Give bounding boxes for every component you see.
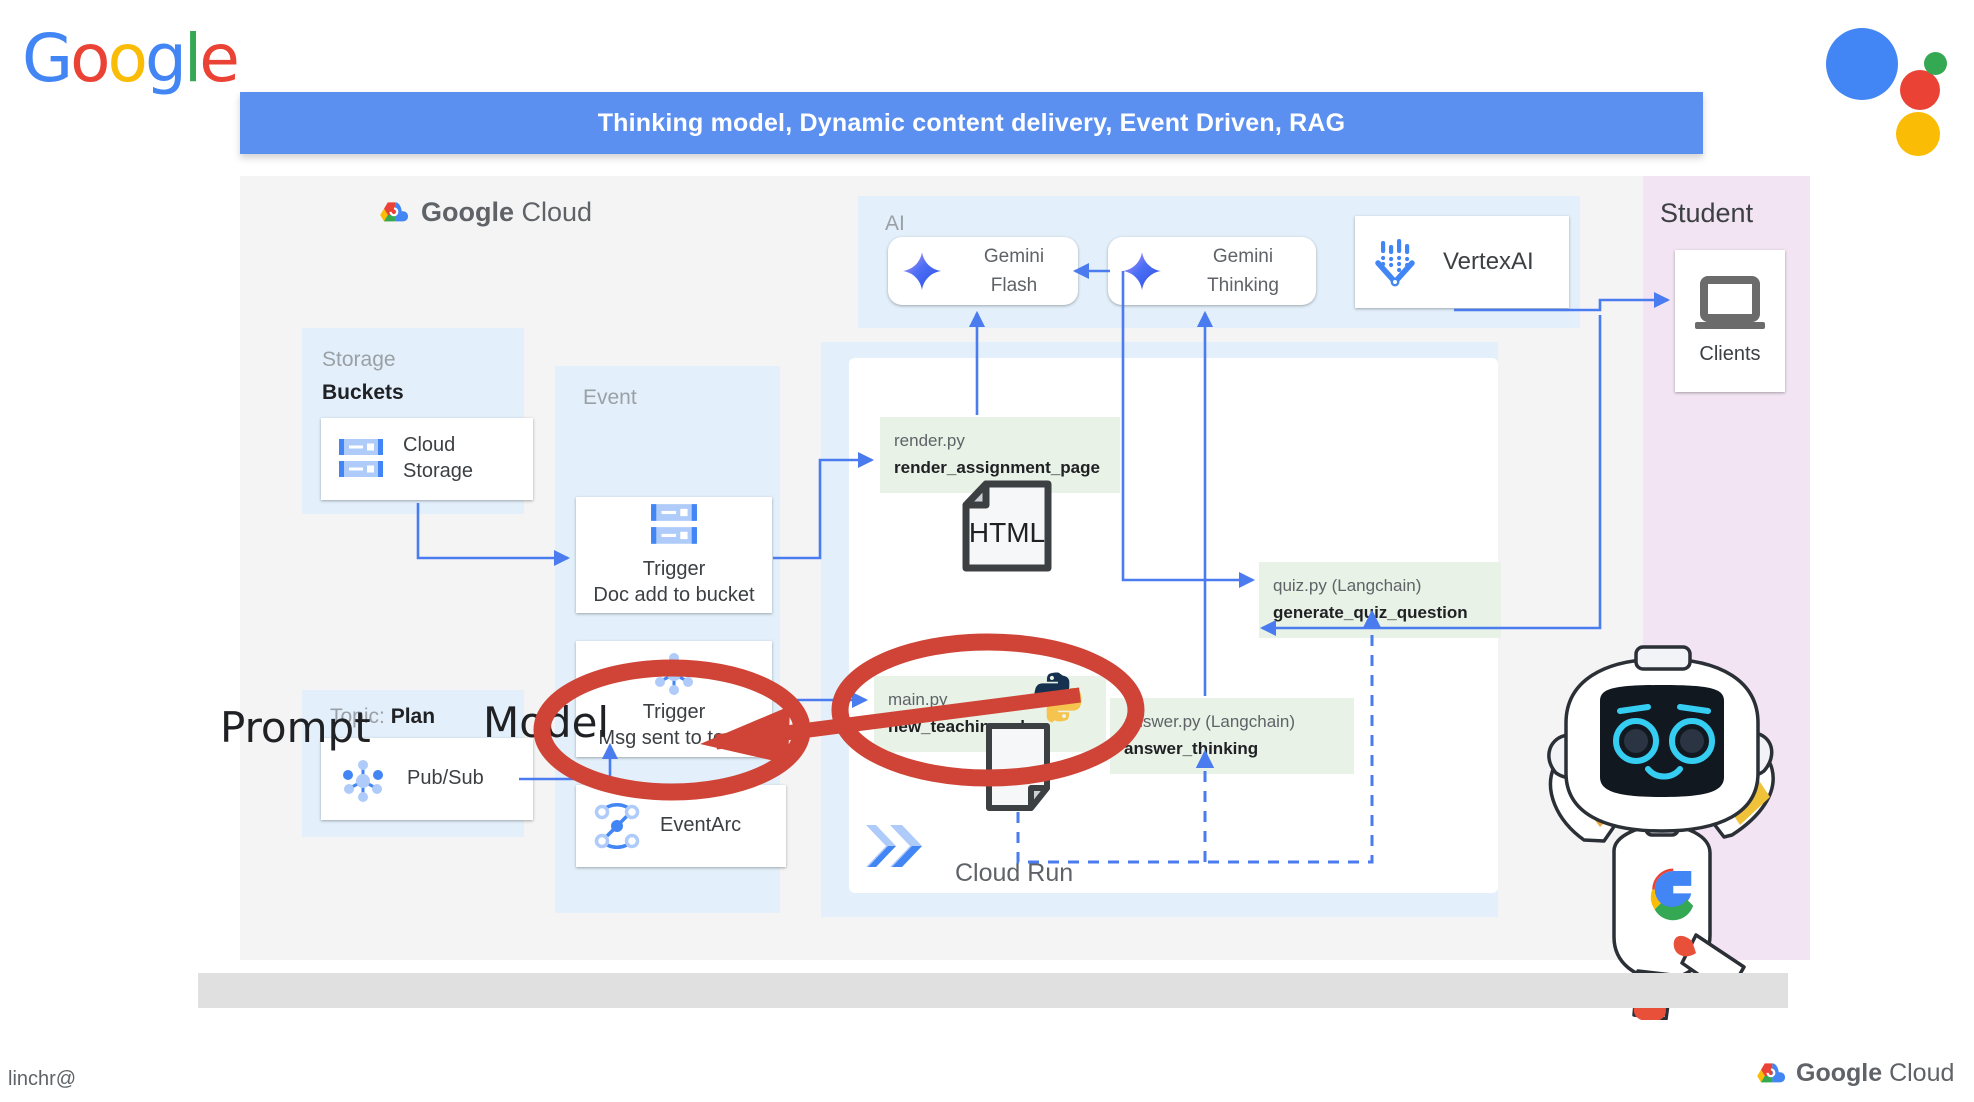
footer-google-cloud-logo: Google Cloud [1752,1059,1954,1088]
assistant-dot-yellow [1896,112,1940,156]
gemini-sparkle-icon [1123,252,1161,290]
gemini-sparkle-icon [903,252,941,290]
clients-label: Clients [1699,343,1761,366]
google-cloud-logo-header: Google Cloud [375,197,592,228]
gemini-thinking-line1: Gemini [1212,245,1274,267]
cloud-storage-icon [339,439,383,477]
code-render-function: render_assignment_page [894,458,1100,478]
cloud-storage-icon [651,504,697,545]
pubsub-icon [654,653,694,696]
topic-subtitle-text: Plan [390,705,436,728]
vertexai-icon [1375,239,1415,287]
card-gemini-thinking[interactable]: Gemini Thinking [1108,237,1316,305]
google-letter-g: G [22,20,73,97]
eventarc-icon [594,803,640,849]
google-letter-e: e [199,20,240,97]
trigger-doc-label: Trigger Doc add to bucket [593,557,754,608]
trigger-msg-line2: Msg sent to topic [598,727,750,749]
gc-product: Cloud [521,197,593,227]
plain-document-icon [986,723,1050,811]
google-cloud-icon [380,202,409,222]
eventarc-label: EventArc [660,814,742,837]
event-group-title: Event [583,386,637,409]
cloud-storage-label-line1: Cloud [403,434,456,457]
assistant-dot-red [1900,70,1940,110]
trigger-msg-line1: Trigger [642,701,706,724]
trigger-msg-label: Trigger Msg sent to topic [598,700,749,751]
card-gemini-flash[interactable]: Gemini Flash [888,237,1078,305]
robot-chest-google-g-icon [1650,868,1694,921]
gemini-thinking-label: Gemini Thinking [1170,242,1316,301]
python-logo-icon [1034,672,1082,723]
assistant-dot-blue [1826,28,1898,100]
gc-brand: Google [421,197,514,227]
bottom-progress-bar [198,973,1788,1008]
robot-mascot-icon [1547,645,1775,1020]
google-letter-o1: o [70,20,110,97]
assistant-dot-green [1924,52,1947,75]
google-letter-l: l [183,20,202,97]
google-cloud-label: Google Cloud [421,197,592,228]
overlay-word-prompt: Prompt [220,703,371,752]
cloud-storage-label-line2: Storage [403,460,474,482]
code-box-quiz[interactable]: quiz.py (Langchain) generate_quiz_questi… [1259,562,1501,638]
pubsub-label: Pub/Sub [407,767,484,790]
card-cloud-storage[interactable]: Cloud Storage [321,418,533,500]
code-answer-file: answer.py (Langchain) [1124,712,1296,731]
footer-gc-brand: Google [1796,1059,1883,1087]
google-letter-o2: o [107,20,148,97]
gemini-flash-line1: Gemini [983,245,1045,267]
google-letter-g2: g [144,20,187,97]
card-trigger-doc-add[interactable]: Trigger Doc add to bucket [576,497,772,613]
cloud-run-label: Cloud Run [955,859,1074,887]
card-eventarc[interactable]: EventArc [576,785,786,867]
google-cloud-icon [1757,1063,1786,1083]
storage-group-title: Storage [322,348,396,371]
overlay-word-model: Model [483,698,610,747]
html-doc-label: HTML [969,517,1045,548]
card-vertexai[interactable]: VertexAI [1355,216,1569,308]
footer-username: linchr@ [8,1068,77,1090]
code-render-file: render.py [894,431,965,450]
pubsub-icon [343,760,383,802]
code-quiz-function: generate_quiz_question [1273,603,1468,623]
code-quiz-file: quiz.py (Langchain) [1273,576,1422,595]
storage-subtitle-text: Buckets [322,381,404,404]
gemini-flash-label: Gemini Flash [950,242,1078,301]
trigger-doc-line2: Doc add to bucket [593,584,755,606]
gemini-flash-line2: Flash [990,275,1038,296]
laptop-icon [1695,276,1765,330]
footer-gc-label: Google Cloud [1796,1059,1954,1088]
ai-group-title: AI [885,212,905,235]
gemini-thinking-line2: Thinking [1207,275,1279,296]
cloud-storage-label: Cloud Storage [403,433,473,484]
student-group-title: Student [1660,198,1754,228]
footer-gc-product: Cloud [1889,1059,1955,1087]
card-clients[interactable]: Clients [1675,250,1785,392]
html-document-icon: HTML [962,480,1052,572]
cloud-run-icon [866,825,922,867]
slide-title-banner: Thinking model, Dynamic content delivery… [240,92,1703,154]
slide-title: Thinking model, Dynamic content delivery… [597,108,1346,137]
code-box-answer[interactable]: answer.py (Langchain) answer_thinking [1110,698,1354,774]
google-wordmark: Google [22,26,240,92]
code-answer-function: answer_thinking [1124,739,1259,759]
storage-group-subtitle: Buckets [322,381,404,405]
vertexai-label: VertexAI [1443,247,1534,275]
google-assistant-dots-icon [1826,20,1956,156]
trigger-doc-line1: Trigger [642,558,706,581]
